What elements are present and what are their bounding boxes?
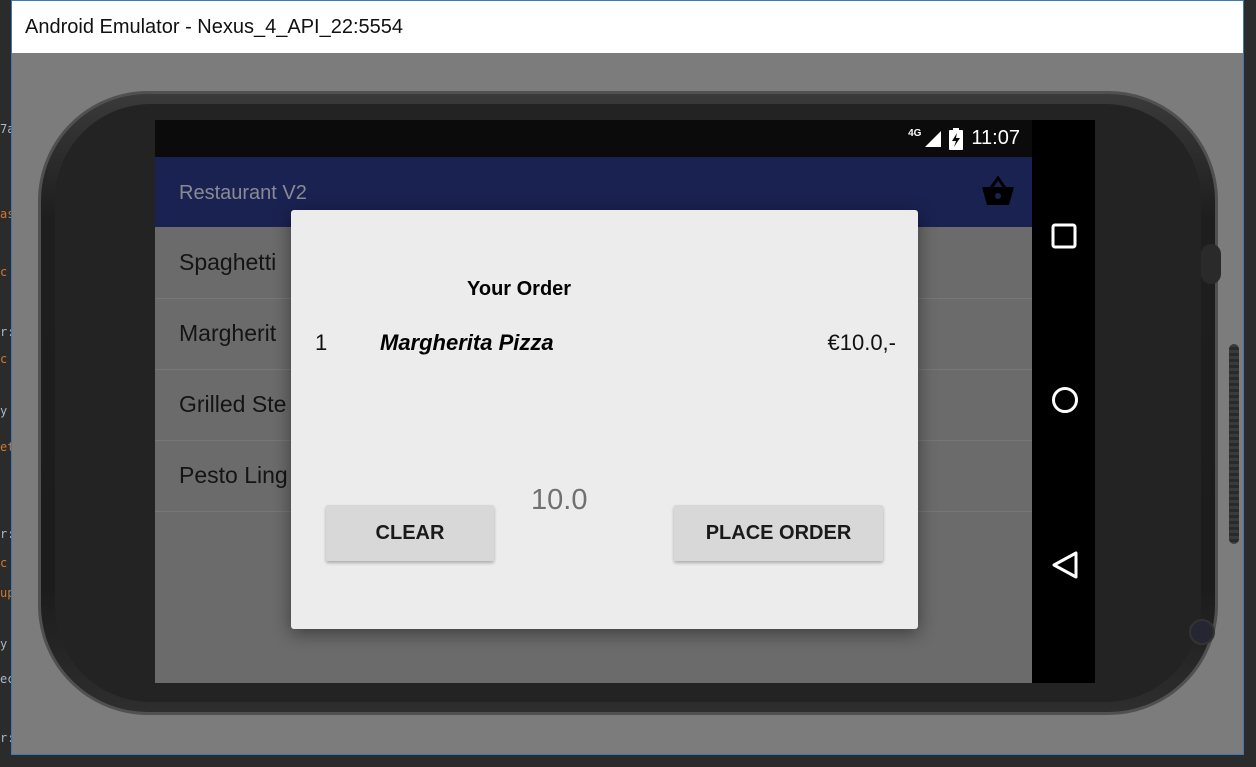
order-quantity: 1 — [315, 330, 328, 355]
order-item-price: €10.0,- — [827, 330, 897, 355]
dialog-title: Your Order — [467, 278, 572, 300]
app-title: Restaurant V2 — [179, 182, 307, 204]
back-triangle-icon[interactable] — [1051, 550, 1079, 580]
status-icons: 4G 11:07 — [908, 120, 1020, 157]
place-order-button[interactable]: PLACE ORDER — [674, 505, 883, 561]
window-title-bar[interactable]: Android Emulator - Nexus_4_API_22:5554 — [12, 1, 1243, 53]
ide-code-fragment: y — [0, 637, 8, 651]
speaker-grille-icon — [1229, 344, 1239, 544]
clear-button[interactable]: CLEAR — [326, 505, 494, 561]
navigation-bar — [1032, 120, 1095, 683]
list-item-label: Grilled Ste — [179, 391, 287, 417]
list-item-label: Spaghetti — [179, 249, 277, 275]
list-item-label: Margherit — [179, 320, 277, 346]
basket-icon[interactable] — [981, 176, 1015, 206]
recents-square-icon[interactable] — [1051, 223, 1077, 249]
order-dialog: Your Order 1 Margherita Pizza €10.0,- 10… — [291, 210, 918, 629]
window-title: Android Emulator - Nexus_4_API_22:5554 — [25, 15, 404, 38]
battery-charging-icon — [949, 127, 964, 150]
network-type-label: 4G — [908, 128, 922, 139]
status-clock: 11:07 — [971, 127, 1020, 149]
ide-code-fragment: c — [0, 352, 8, 366]
ide-code-fragment: y — [0, 404, 8, 418]
ide-code-fragment: c — [0, 265, 8, 279]
status-bar: 4G 11:07 — [155, 120, 1032, 157]
order-item-name: Margherita Pizza — [380, 330, 554, 355]
order-total: 10.0 — [531, 484, 588, 516]
home-circle-icon[interactable] — [1051, 386, 1079, 414]
ide-code-fragment: c — [0, 556, 8, 570]
earpiece-icon — [1201, 244, 1221, 284]
signal-icon — [925, 130, 942, 147]
list-item-label: Pesto Ling — [179, 462, 288, 488]
front-camera-icon — [1189, 619, 1215, 645]
